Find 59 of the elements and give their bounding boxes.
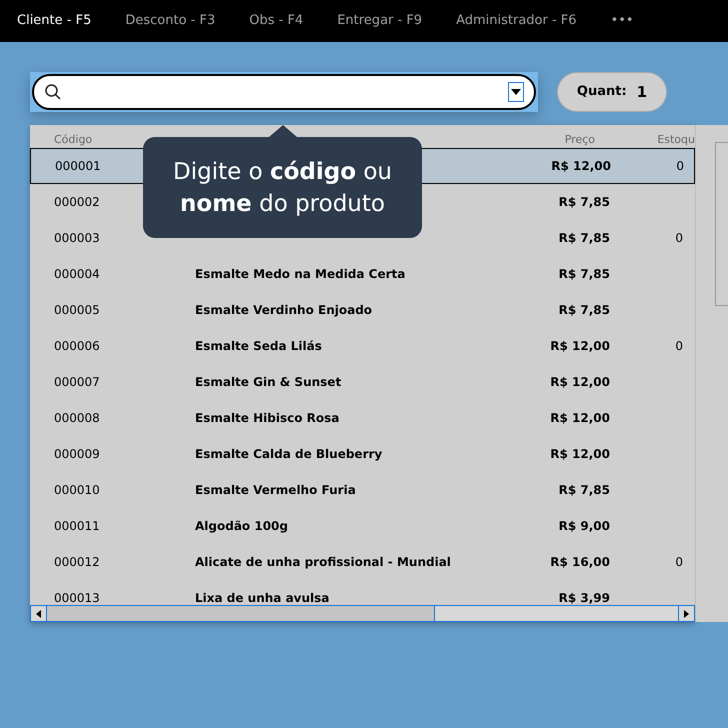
table-cell-text: 000003 [53, 230, 101, 247]
table-cell: Esmalte Medo na Medida Certa [195, 267, 406, 281]
table-cell: Esmalte Vermelho Furia [195, 483, 356, 497]
table-cell-text: R$ 12,00 [551, 158, 611, 175]
quantity-field[interactable]: Quant: 1 [557, 72, 667, 112]
left-arrow-icon [36, 610, 41, 618]
menu-tab[interactable]: Administrador - F6 [456, 11, 577, 31]
table-cell-text: R$ 12,00 [550, 410, 610, 427]
menu-tab[interactable]: Desconto - F3 [125, 11, 216, 31]
quantity-value: 1 [636, 82, 648, 103]
column-header: Estoqu [656, 132, 695, 148]
table-cell-text: R$ 12,00 [550, 338, 610, 355]
table-cell: Alicate de unha profissional - Mundial [195, 555, 451, 569]
table-cell-text: 0 [675, 338, 683, 355]
table-cell-text: R$ 3,99 [558, 590, 610, 605]
search-field[interactable] [30, 72, 538, 112]
scroll-thumb[interactable] [47, 606, 435, 621]
table-cell-text: R$ 12,00 [550, 374, 610, 391]
table-cell-text: 0 [675, 554, 683, 571]
right-arrow-icon [684, 610, 689, 618]
table-cell-text: 0 [676, 158, 684, 175]
horizontal-scrollbar[interactable] [30, 605, 695, 622]
caret-icon [511, 89, 521, 95]
table-cell: Lixa de unha avulsa [195, 591, 330, 605]
table-cell-text: 000009 [53, 446, 101, 463]
table-cell-text: R$ 7,85 [558, 230, 610, 247]
table-cell: Esmalte Calda de Blueberry [195, 447, 382, 461]
table-cell-text: 000011 [53, 518, 101, 535]
table-cell: Esmalte Verdinho Enjoado [195, 303, 372, 317]
table-cell: Esmalte Seda Lilás [195, 339, 322, 353]
table-cell-text: R$ 9,00 [558, 518, 610, 535]
table-cell: Esmalte Hibisco Rosa [195, 411, 340, 425]
table-cell-text: 000013 [53, 590, 101, 605]
table-cell-text: R$ 7,85 [558, 266, 610, 283]
table-cell-text: 000007 [53, 374, 101, 391]
table-cell-text: 000012 [53, 554, 101, 571]
table-cell-text: 000010 [53, 482, 101, 499]
table-cell-text: 000005 [53, 302, 101, 319]
menu-tab[interactable]: ••• [610, 11, 634, 31]
table-cell-text: 000008 [53, 410, 101, 427]
menu-tab[interactable]: Cliente - F5 [17, 11, 92, 31]
quantity-label: Quant: [576, 83, 627, 102]
table-cell: Esmalte Gin & Sunset [195, 375, 342, 389]
table-cell: Algodão 100g [195, 519, 288, 533]
menu-tab[interactable]: Obs - F4 [249, 11, 304, 31]
dropdown-button[interactable] [508, 82, 524, 102]
table-cell-text: 000006 [53, 338, 101, 355]
table-cell-text: R$ 16,00 [550, 554, 610, 571]
table-cell-text: R$ 12,00 [550, 446, 610, 463]
search-icon [44, 83, 62, 101]
table-cell-text: 0 [675, 230, 683, 247]
table-cell-text: 000004 [53, 266, 101, 283]
menu-tab[interactable]: Entregar - F9 [337, 11, 422, 31]
column-header: Código [53, 132, 94, 148]
table-cell-text: R$ 7,85 [558, 482, 610, 499]
table-cell-text: R$ 7,85 [558, 302, 610, 319]
tooltip: Digite o código ou nome do produto [143, 137, 422, 238]
column-header: Preço [564, 132, 595, 148]
table-cell-text: R$ 7,85 [558, 194, 610, 211]
